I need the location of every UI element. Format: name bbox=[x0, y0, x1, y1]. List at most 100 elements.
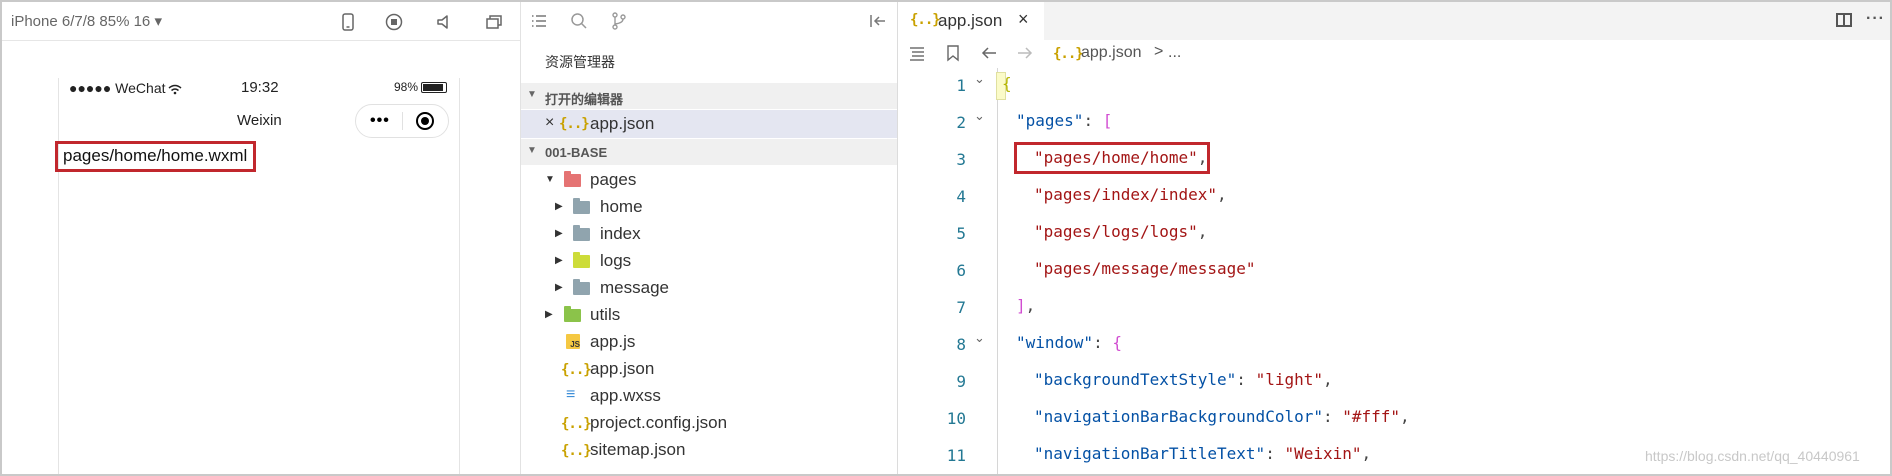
outline-list-icon[interactable] bbox=[908, 44, 926, 67]
folder-icon bbox=[564, 171, 581, 187]
code-token: "backgroundTextStyle" bbox=[1034, 370, 1237, 389]
code-line-10: "navigationBarBackgroundColor": "#fff", bbox=[1034, 407, 1410, 426]
line-number: 3 bbox=[956, 150, 966, 169]
folder-icon bbox=[573, 279, 590, 295]
fold-chevron-icon[interactable]: ⌄ bbox=[974, 330, 985, 346]
code-token: "light" bbox=[1255, 370, 1323, 389]
close-target-icon[interactable] bbox=[416, 112, 434, 130]
tree-item-label: app.json bbox=[590, 359, 655, 378]
tree-item-logs[interactable]: ▶ logs bbox=[521, 248, 897, 275]
project-header[interactable]: ▼ 001-BASE bbox=[521, 139, 897, 165]
code-line-2: "pages": [ bbox=[1016, 111, 1112, 130]
tree-item-label: message bbox=[600, 278, 669, 297]
line-number: 11 bbox=[946, 446, 966, 465]
folder-icon bbox=[573, 198, 590, 214]
tree-item-app-wxss[interactable]: ≡ app.wxss bbox=[521, 383, 897, 410]
back-arrow-icon[interactable] bbox=[980, 44, 998, 67]
line-number: 6 bbox=[956, 261, 966, 280]
code-line-8: "window": { bbox=[1016, 333, 1122, 352]
tree-item-label: pages bbox=[590, 170, 637, 189]
tree-item-utils[interactable]: ▶ utils bbox=[521, 302, 897, 329]
chevron-down-icon: ▼ bbox=[527, 89, 537, 100]
tree-item-project-config[interactable]: {..} project.config.json bbox=[521, 410, 897, 437]
chevron-right-icon: ▶ bbox=[545, 309, 553, 320]
close-icon[interactable]: × bbox=[1018, 9, 1029, 30]
battery-icon bbox=[421, 82, 447, 94]
wxss-file-icon: ≡ bbox=[566, 386, 576, 403]
code-token: { bbox=[1002, 74, 1012, 93]
code-token: [ bbox=[1102, 111, 1113, 130]
tree-item-message[interactable]: ▶ message bbox=[521, 275, 897, 302]
status-time: 19:32 bbox=[241, 79, 279, 96]
code-area[interactable]: { "pages": [ "pages/home/home", "pages/i… bbox=[998, 68, 1890, 474]
editor-tab-bar: {..} app.json × ··· bbox=[898, 2, 1890, 40]
code-token: : bbox=[1083, 111, 1103, 130]
app-window: iPhone 6/7/8 85% 16 ▾ ●●●●● WeChat 19:32… bbox=[0, 0, 1892, 476]
tree-item-index[interactable]: ▶ index bbox=[521, 221, 897, 248]
collapse-panel-icon[interactable] bbox=[868, 11, 888, 31]
tree-item-home[interactable]: ▶ home bbox=[521, 194, 897, 221]
phone-icon[interactable] bbox=[338, 12, 358, 32]
code-token: { bbox=[1112, 333, 1122, 352]
bookmark-icon[interactable] bbox=[944, 44, 962, 67]
line-number-gutter: 1 2 3 4 5 6 7 8 9 10 11 ⌄ ⌄ ⌄ bbox=[898, 68, 994, 474]
menu-capsule: ••• bbox=[355, 104, 449, 138]
window-icon[interactable] bbox=[484, 12, 504, 32]
breadcrumb-more[interactable]: ... bbox=[1168, 44, 1181, 62]
code-line-5: "pages/logs/logs", bbox=[1034, 222, 1207, 241]
battery-indicator: 98% bbox=[394, 80, 447, 94]
open-editor-item[interactable]: × {..} app.json bbox=[521, 110, 897, 138]
chevron-right-icon: ▶ bbox=[555, 228, 563, 239]
simulator-panel: iPhone 6/7/8 85% 16 ▾ ●●●●● WeChat 19:32… bbox=[2, 2, 521, 474]
device-select[interactable]: iPhone 6/7/8 85% 16 ▾ bbox=[11, 12, 162, 30]
code-token: , bbox=[1400, 407, 1410, 426]
more-actions-icon[interactable]: ··· bbox=[1866, 10, 1885, 28]
code-token: : bbox=[1265, 444, 1285, 463]
code-token: ] bbox=[1016, 296, 1026, 315]
line-number: 10 bbox=[946, 409, 966, 428]
line-number: 8 bbox=[956, 335, 966, 354]
chevron-right-icon: ▶ bbox=[555, 201, 563, 212]
code-token: , bbox=[1361, 444, 1372, 463]
forward-arrow-icon[interactable] bbox=[1016, 44, 1034, 67]
more-dots-icon[interactable]: ••• bbox=[370, 113, 390, 129]
code-line-11: "navigationBarTitleText": "Weixin", bbox=[1034, 444, 1371, 463]
chevron-down-icon: ▼ bbox=[527, 145, 537, 156]
chevron-right-icon: ▶ bbox=[555, 282, 563, 293]
tree-item-pages[interactable]: ▼ pages bbox=[521, 167, 897, 194]
tab-label: app.json bbox=[938, 11, 1003, 30]
wifi-icon bbox=[168, 84, 181, 95]
code-line-1: { bbox=[1002, 74, 1012, 93]
split-editor-icon[interactable] bbox=[1836, 13, 1852, 27]
volume-icon[interactable] bbox=[434, 12, 454, 32]
record-icon[interactable] bbox=[384, 12, 404, 32]
fold-chevron-icon[interactable]: ⌄ bbox=[974, 71, 985, 87]
chevron-down-icon: ▼ bbox=[545, 174, 555, 185]
project-label: 001-BASE bbox=[545, 145, 608, 160]
json-file-icon: {..} bbox=[561, 362, 592, 378]
search-icon[interactable] bbox=[569, 11, 589, 31]
open-editors-header[interactable]: ▼ 打开的编辑器 bbox=[521, 83, 897, 109]
line-number: 1 bbox=[956, 76, 966, 95]
list-icon[interactable] bbox=[529, 11, 549, 31]
tree-item-app-json[interactable]: {..} app.json bbox=[521, 356, 897, 383]
folder-icon bbox=[573, 225, 590, 241]
close-icon[interactable]: × bbox=[545, 114, 554, 132]
signal-label: ●●●●● WeChat bbox=[69, 80, 166, 96]
code-token: , bbox=[1323, 370, 1333, 389]
editor-panel: {..} app.json × ··· {..} app.json > ... … bbox=[898, 2, 1890, 474]
json-file-icon: {..} bbox=[561, 416, 592, 432]
code-line-9: "backgroundTextStyle": "light", bbox=[1034, 370, 1333, 389]
explorer-panel: 资源管理器 ▼ 打开的编辑器 × {..} app.json ▼ 001-BAS… bbox=[521, 2, 898, 474]
fold-chevron-icon[interactable]: ⌄ bbox=[974, 108, 985, 124]
source-control-icon[interactable] bbox=[609, 11, 629, 31]
tree-item-label: project.config.json bbox=[590, 413, 728, 432]
breadcrumb-file[interactable]: app.json bbox=[1081, 44, 1142, 62]
tree-item-label: app.wxss bbox=[590, 386, 661, 405]
code-token: "pages/index/index" bbox=[1034, 185, 1218, 204]
tree-item-app-js[interactable]: JS app.js bbox=[521, 329, 897, 356]
code-token: "pages/logs/logs" bbox=[1034, 222, 1198, 241]
line-number: 7 bbox=[956, 298, 966, 317]
tab-app-json[interactable]: {..} app.json × bbox=[898, 2, 1044, 40]
tree-item-sitemap[interactable]: {..} sitemap.json bbox=[521, 437, 897, 464]
